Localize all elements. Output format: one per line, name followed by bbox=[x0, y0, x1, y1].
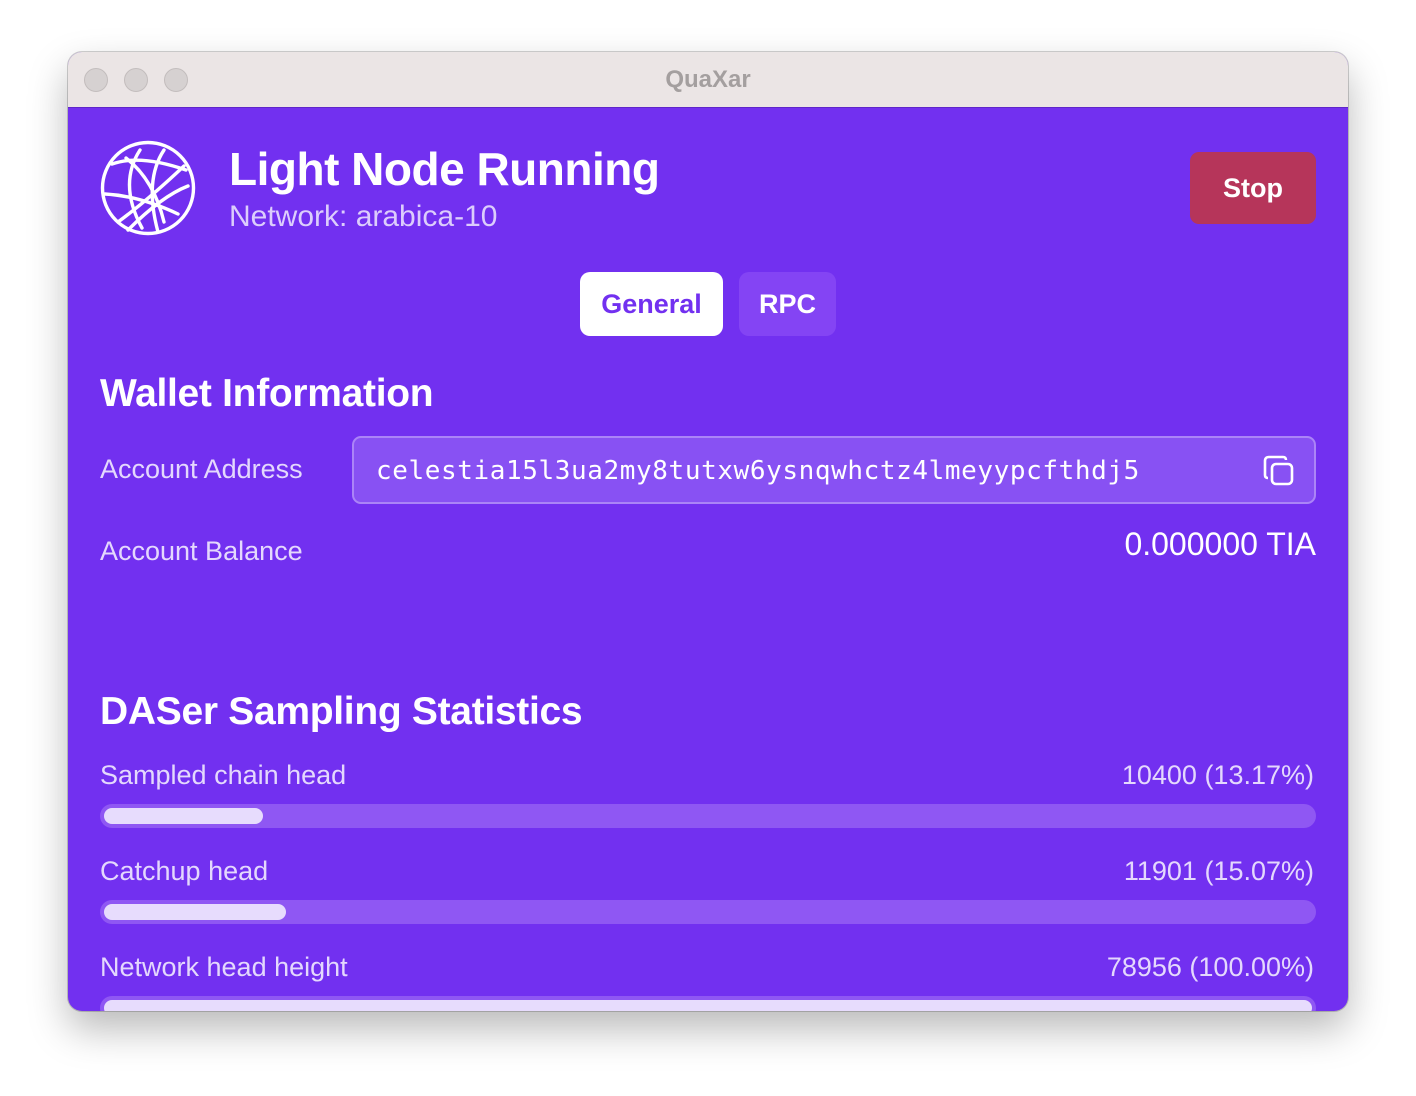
title-bar[interactable]: QuaXar bbox=[68, 52, 1348, 108]
progress-fill bbox=[104, 904, 286, 920]
account-address-field[interactable]: celestia15l3ua2my8tutxw6ysnqwhctz4lmeyyp… bbox=[352, 436, 1316, 504]
wallet-section-title: Wallet Information bbox=[100, 372, 434, 415]
catchup-head-progress bbox=[100, 900, 1316, 924]
catchup-head-label: Catchup head bbox=[100, 856, 269, 886]
account-address-label: Account Address bbox=[100, 454, 303, 484]
main-content: Light Node Running Network: arabica-10 S… bbox=[68, 108, 1348, 1011]
sampled-chain-head-label: Sampled chain head bbox=[100, 760, 347, 790]
network-head-height-label: Network head height bbox=[100, 952, 348, 982]
sampled-chain-head-value: 10400 (13.17%) bbox=[1121, 760, 1314, 790]
network-head-height-progress bbox=[100, 996, 1316, 1011]
tab-general[interactable]: General bbox=[580, 272, 723, 336]
sampled-chain-head-progress bbox=[100, 804, 1316, 828]
globe-network-icon bbox=[100, 140, 196, 236]
account-balance-label: Account Balance bbox=[100, 536, 303, 566]
copy-icon[interactable] bbox=[1262, 454, 1296, 488]
tab-rpc[interactable]: RPC bbox=[739, 272, 836, 336]
stop-button[interactable]: Stop bbox=[1190, 152, 1316, 224]
progress-fill bbox=[104, 808, 263, 824]
account-address-value[interactable]: celestia15l3ua2my8tutxw6ysnqwhctz4lmeyyp… bbox=[376, 456, 1140, 486]
window-title: QuaXar bbox=[665, 66, 751, 93]
node-status-title: Light Node Running bbox=[229, 143, 660, 195]
progress-fill bbox=[104, 1000, 1312, 1011]
catchup-head-value: 11901 (15.07%) bbox=[1123, 856, 1314, 886]
network-label: Network: arabica-10 bbox=[229, 200, 498, 233]
network-head-height-value: 78956 (100.00%) bbox=[1106, 952, 1314, 982]
account-balance-value: 0.000000 TIA bbox=[1124, 526, 1316, 562]
daser-section-title: DASer Sampling Statistics bbox=[100, 690, 583, 733]
app-window: QuaXar Light Node Running Network: arabi… bbox=[68, 52, 1348, 1011]
